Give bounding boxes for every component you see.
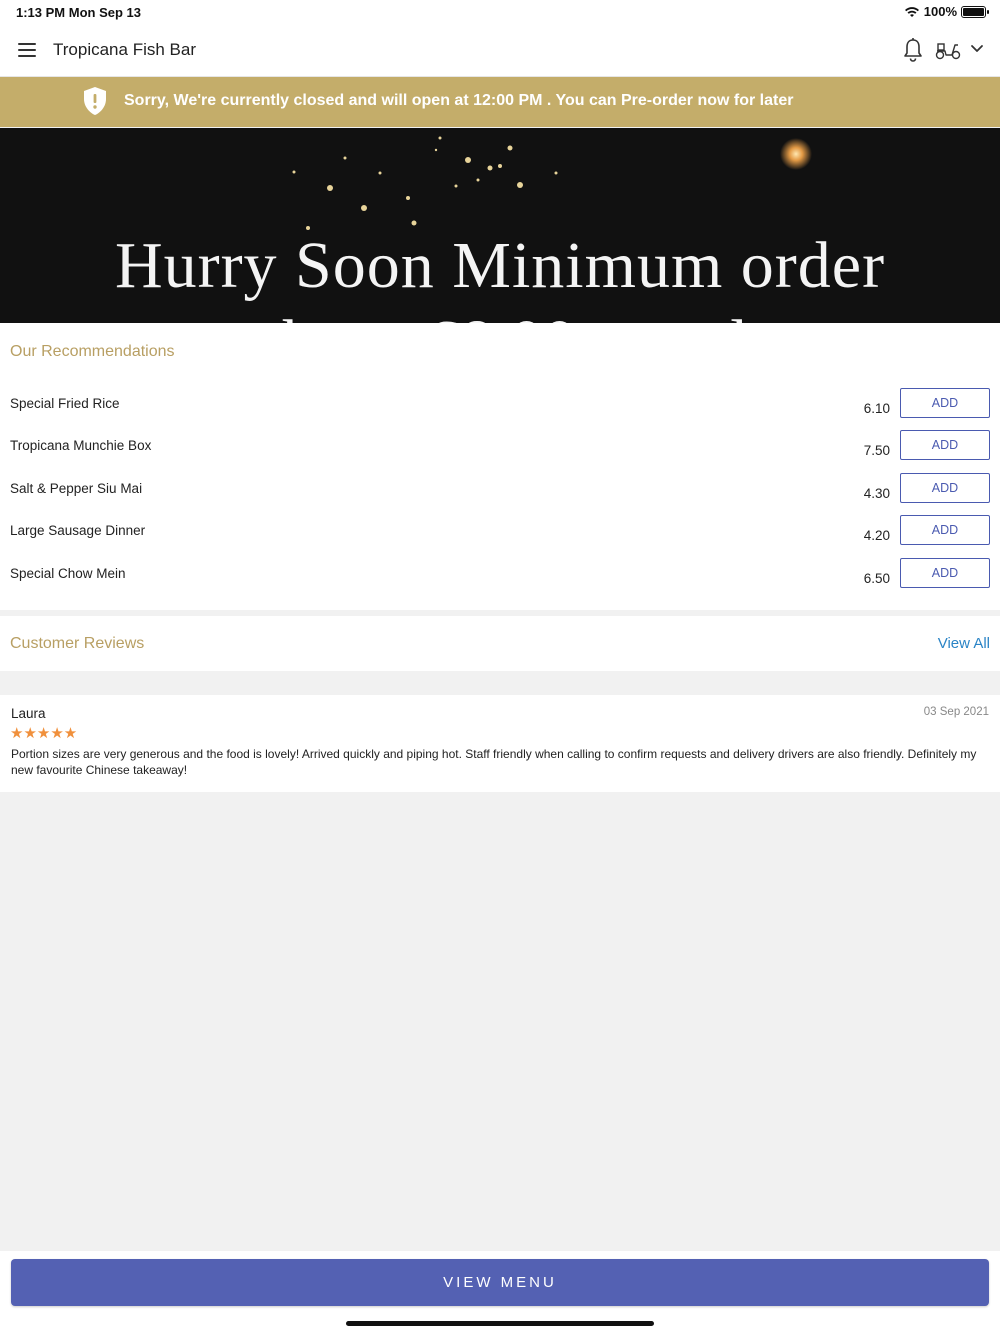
home-indicator bbox=[346, 1321, 654, 1326]
recommendation-item: Tropicana Munchie Box 7.50 ADD bbox=[0, 430, 1000, 480]
item-name: Special Fried Rice bbox=[10, 396, 120, 411]
scooter-icon[interactable] bbox=[935, 39, 961, 61]
add-button[interactable]: ADD bbox=[900, 388, 990, 418]
recommendations-title: Our Recommendations bbox=[10, 343, 175, 360]
banner-headline: Hurry Soon Minimum order bbox=[114, 229, 886, 302]
item-price: 6.50 bbox=[863, 571, 890, 586]
recommendation-item: Special Fried Rice 6.10 ADD bbox=[0, 388, 1000, 438]
closed-notice-banner: Sorry, We're currently closed and will o… bbox=[0, 77, 1000, 127]
review-card: Laura 03 Sep 2021 ★★★★★ Portion sizes ar… bbox=[0, 695, 1000, 792]
battery-fill bbox=[963, 7, 984, 16]
item-price: 4.20 bbox=[863, 528, 890, 543]
review-text: Portion sizes are very generous and the … bbox=[11, 747, 977, 777]
status-indicators: 100% bbox=[904, 4, 989, 19]
shield-alert-icon bbox=[84, 87, 106, 115]
add-button[interactable]: ADD bbox=[900, 558, 990, 588]
app-header: Tropicana Fish Bar bbox=[0, 24, 1000, 77]
chevron-down-icon[interactable] bbox=[970, 42, 984, 56]
banner-subline: above £8.00 spend bbox=[0, 306, 1000, 323]
recommendation-item: Large Sausage Dinner 4.20 ADD bbox=[0, 515, 1000, 565]
item-name: Salt & Pepper Siu Mai bbox=[10, 481, 143, 496]
item-name: Large Sausage Dinner bbox=[10, 523, 146, 538]
bell-icon[interactable] bbox=[902, 37, 924, 63]
closed-notice-text: Sorry, We're currently closed and will o… bbox=[124, 92, 794, 109]
star-rating: ★★★★★ bbox=[10, 725, 78, 742]
status-time: 1:13 PM Mon Sep 13 bbox=[16, 5, 141, 20]
recommendation-item: Salt & Pepper Siu Mai 4.30 ADD bbox=[0, 473, 1000, 523]
wifi-icon bbox=[904, 6, 919, 17]
view-menu-button[interactable]: VIEW MENU bbox=[11, 1259, 989, 1306]
view-all-reviews-link[interactable]: View All bbox=[938, 635, 990, 652]
review-date: 03 Sep 2021 bbox=[923, 706, 989, 718]
battery-percent: 100% bbox=[923, 4, 957, 19]
reviews-header: Customer Reviews View All bbox=[0, 616, 1000, 671]
recommendations-section: Our Recommendations Special Fried Rice 6… bbox=[0, 323, 1000, 610]
recommendation-item: Special Chow Mein 6.50 ADD bbox=[0, 558, 1000, 608]
add-button[interactable]: ADD bbox=[900, 515, 990, 545]
status-bar: 1:13 PM Mon Sep 13 100% bbox=[0, 0, 1000, 24]
item-price: 6.10 bbox=[863, 401, 890, 416]
item-name: Special Chow Mein bbox=[10, 566, 126, 581]
promo-banner: Hurry Soon Minimum order above £8.00 spe… bbox=[0, 128, 1000, 323]
battery-icon bbox=[961, 5, 989, 18]
item-price: 7.50 bbox=[863, 443, 890, 458]
restaurant-title: Tropicana Fish Bar bbox=[53, 40, 196, 59]
reviews-title: Customer Reviews bbox=[10, 635, 145, 652]
add-button[interactable]: ADD bbox=[900, 473, 990, 503]
menu-icon[interactable] bbox=[18, 43, 36, 57]
add-button[interactable]: ADD bbox=[900, 430, 990, 460]
item-name: Tropicana Munchie Box bbox=[10, 438, 152, 453]
reviewer-name: Laura bbox=[11, 706, 46, 721]
item-price: 4.30 bbox=[863, 486, 890, 501]
